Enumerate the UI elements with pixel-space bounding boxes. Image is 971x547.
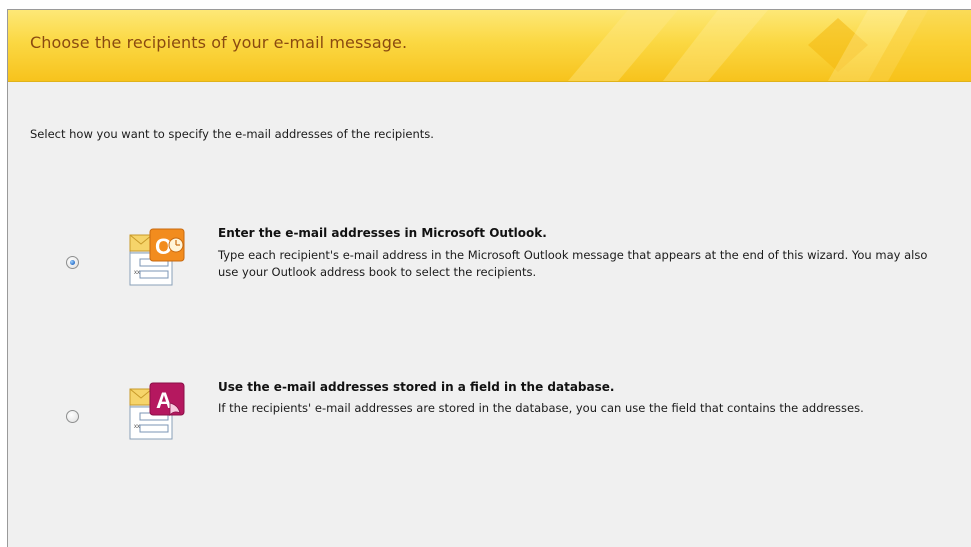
option-outlook-description: Type each recipient's e-mail address in … bbox=[218, 248, 928, 279]
option-database-field-title: Use the e-mail addresses stored in a fie… bbox=[218, 380, 615, 394]
option-database-field[interactable]: xxx A Use the e-mail addresses stored in… bbox=[8, 373, 971, 463]
instruction-text: Select how you want to specify the e-mai… bbox=[30, 127, 434, 141]
outlook-form-icon: xxx O bbox=[129, 228, 185, 286]
option-outlook-title: Enter the e-mail addresses in Microsoft … bbox=[218, 226, 547, 240]
banner-decoration bbox=[568, 10, 971, 81]
radio-selected-dot bbox=[70, 260, 75, 265]
wizard-dialog: Choose the recipients of your e-mail mes… bbox=[7, 9, 971, 547]
radio-database-field[interactable] bbox=[66, 410, 79, 423]
radio-outlook[interactable] bbox=[66, 256, 79, 269]
option-database-field-description: If the recipients' e-mail addresses are … bbox=[218, 401, 864, 415]
access-form-icon: xxx A bbox=[129, 382, 185, 440]
banner-title: Choose the recipients of your e-mail mes… bbox=[30, 33, 408, 52]
wizard-header-banner: Choose the recipients of your e-mail mes… bbox=[8, 10, 971, 82]
option-outlook[interactable]: xxx O Enter the e-mail addresses in Micr… bbox=[8, 215, 971, 305]
